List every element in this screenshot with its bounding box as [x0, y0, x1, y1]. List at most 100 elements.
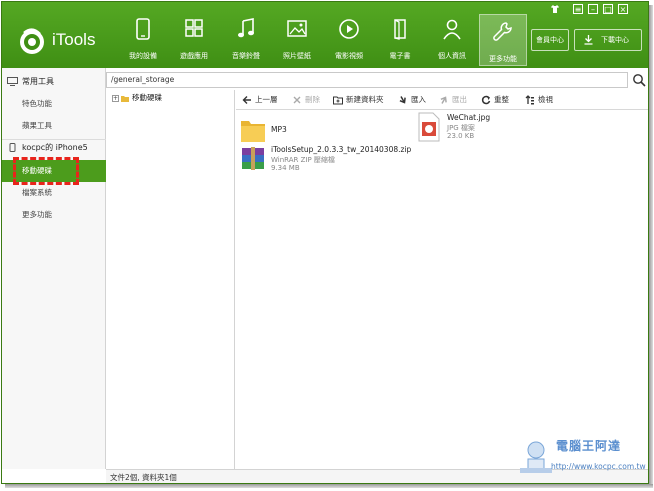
export-button[interactable]: 匯出: [439, 94, 475, 106]
status-bar: 文件2個, 資料夾1個: [106, 469, 648, 483]
nav-label: 個人資訊: [438, 52, 466, 60]
watermark-url: http://www.kocpc.com.tw: [551, 462, 646, 471]
import-label: 匯入: [411, 95, 426, 104]
file-size: 9.34 MB: [271, 164, 300, 172]
download-center-button[interactable]: 下載中心: [574, 29, 642, 51]
file-item-itools-zip[interactable]: iToolsSetup_2.0.3.3_tw_20140308.zip WinR…: [240, 144, 440, 176]
folder-icon: [241, 121, 265, 142]
winrar-zip-icon: [242, 147, 264, 170]
tree-node-label: 移動硬碟: [132, 93, 162, 102]
view-label: 檢視: [538, 95, 553, 104]
refresh-icon: [481, 95, 491, 105]
nav-label: 音樂鈴聲: [232, 52, 260, 60]
minimize-icon: –: [591, 5, 595, 14]
sidebar-item-features[interactable]: 特色功能: [2, 93, 106, 115]
file-item-mp3-folder[interactable]: MP3: [240, 115, 390, 147]
nav-my-device[interactable]: 我的設備: [119, 12, 167, 64]
person-icon: [443, 19, 461, 40]
file-item-wechat-jpg[interactable]: WeChat.jpg JPG 檔案 23.0 KB: [416, 112, 536, 144]
folder-icon: [121, 95, 129, 102]
jpg-file-icon: [418, 112, 440, 142]
monitor-icon: [7, 77, 18, 86]
tshirt-icon: [551, 5, 559, 13]
book-icon: [394, 19, 406, 40]
device-icon: [9, 143, 16, 152]
file-size: 23.0 KB: [447, 132, 475, 140]
wrench-icon: [493, 22, 512, 41]
play-icon: [339, 19, 359, 39]
file-list: MP3 WeChat.jpg JPG 檔案 23.0 KB iToolsSetu…: [236, 111, 648, 469]
file-toolbar: 上一層 刪除 新建資料夾 匯入 匯出 重整 檢視: [236, 90, 648, 110]
app-title: iTools: [52, 30, 96, 49]
skin-button[interactable]: [550, 4, 560, 14]
delete-icon: [293, 96, 301, 104]
nav-label: 遊戲應用: [180, 52, 208, 60]
search-icon[interactable]: [632, 73, 646, 87]
new-folder-icon: [333, 96, 343, 105]
view-button[interactable]: 檢視: [525, 94, 561, 106]
file-name: MP3: [271, 125, 287, 134]
nav-videos[interactable]: 電影視頻: [325, 12, 373, 64]
file-name: WeChat.jpg: [447, 113, 491, 122]
sidebar-item-more-functions[interactable]: 更多功能: [2, 204, 106, 226]
maximize-icon: □: [604, 5, 612, 14]
expand-icon[interactable]: +: [112, 94, 119, 102]
folder-tree: + 移動硬碟: [106, 90, 235, 469]
sidebar-group-label: 常用工具: [22, 77, 54, 86]
path-input[interactable]: /general_storage: [106, 72, 628, 88]
view-sort-icon: [525, 95, 534, 105]
maximize-button[interactable]: □: [603, 4, 613, 14]
nav-label: 電影視頻: [335, 52, 363, 60]
import-icon: [399, 96, 406, 104]
close-button[interactable]: ×: [618, 4, 628, 14]
menu-icon: ≡: [574, 5, 582, 14]
new-folder-button[interactable]: 新建資料夾: [333, 94, 391, 106]
refresh-button[interactable]: 重整: [481, 94, 517, 106]
nav-label: 更多功能: [489, 55, 517, 63]
sidebar-group-label: kocpc的 iPhone5: [22, 143, 88, 152]
nav-label: 我的設備: [129, 52, 157, 60]
nav-photos-wallpapers[interactable]: 照片壁紙: [273, 12, 321, 64]
delete-button[interactable]: 刪除: [292, 94, 326, 106]
photo-icon: [287, 20, 307, 37]
watermark-text: 電腦王阿達: [556, 439, 622, 453]
delete-label: 刪除: [305, 95, 320, 104]
close-icon: ×: [619, 5, 627, 14]
apps-grid-icon: [185, 19, 203, 37]
member-center-button[interactable]: 會員中心: [531, 29, 569, 51]
nav-label: 電子書: [389, 52, 411, 60]
nav-label: 照片壁紙: [283, 52, 311, 60]
tree-node-root[interactable]: + 移動硬碟: [112, 92, 162, 104]
sidebar-item-apple-tools[interactable]: 蘋果工具: [2, 115, 106, 137]
phone-icon: [136, 18, 150, 40]
nav-music-ringtones[interactable]: 音樂鈴聲: [222, 12, 270, 64]
settings-button[interactable]: ≡: [573, 4, 583, 14]
sidebar-item-file-system[interactable]: 檔案系統: [2, 182, 106, 204]
sidebar: 常用工具 特色功能 蘋果工具 kocpc的 iPhone5 移動硬碟 檔案系統 …: [2, 68, 106, 469]
file-name: iToolsSetup_2.0.3.3_tw_20140308.zip: [271, 145, 412, 154]
arrow-left-icon: [242, 96, 251, 104]
sidebar-group-tools[interactable]: 常用工具: [2, 70, 106, 94]
nav-more-functions[interactable]: 更多功能: [479, 14, 527, 66]
watermark-mascot-icon: [520, 441, 552, 473]
window-shadow-right: [649, 5, 653, 485]
import-button[interactable]: 匯入: [398, 94, 434, 106]
new-folder-label: 新建資料夾: [346, 95, 384, 104]
itools-logo-icon: [20, 28, 44, 54]
itools-window: iTools 我的設備 遊戲應用 音樂鈴聲 照片壁紙 電影視頻 電子書 個人資訊: [1, 1, 649, 484]
minimize-button[interactable]: –: [588, 4, 598, 14]
export-icon: [440, 96, 447, 104]
nav-ebooks[interactable]: 電子書: [376, 12, 424, 64]
header-bar: iTools 我的設備 遊戲應用 音樂鈴聲 照片壁紙 電影視頻 電子書 個人資訊: [2, 2, 648, 68]
back-label: 上一層: [255, 95, 278, 104]
music-note-icon: [238, 18, 254, 38]
download-icon: [584, 35, 593, 45]
back-button[interactable]: 上一層: [242, 94, 288, 106]
window-shadow-bottom: [5, 484, 653, 488]
refresh-label: 重整: [494, 95, 509, 104]
highlight-annotation: [13, 157, 79, 185]
nav-games-apps[interactable]: 遊戲應用: [170, 12, 218, 64]
export-label: 匯出: [452, 95, 467, 104]
download-center-label: 下載中心: [601, 36, 629, 44]
nav-personal-info[interactable]: 個人資訊: [428, 12, 476, 64]
